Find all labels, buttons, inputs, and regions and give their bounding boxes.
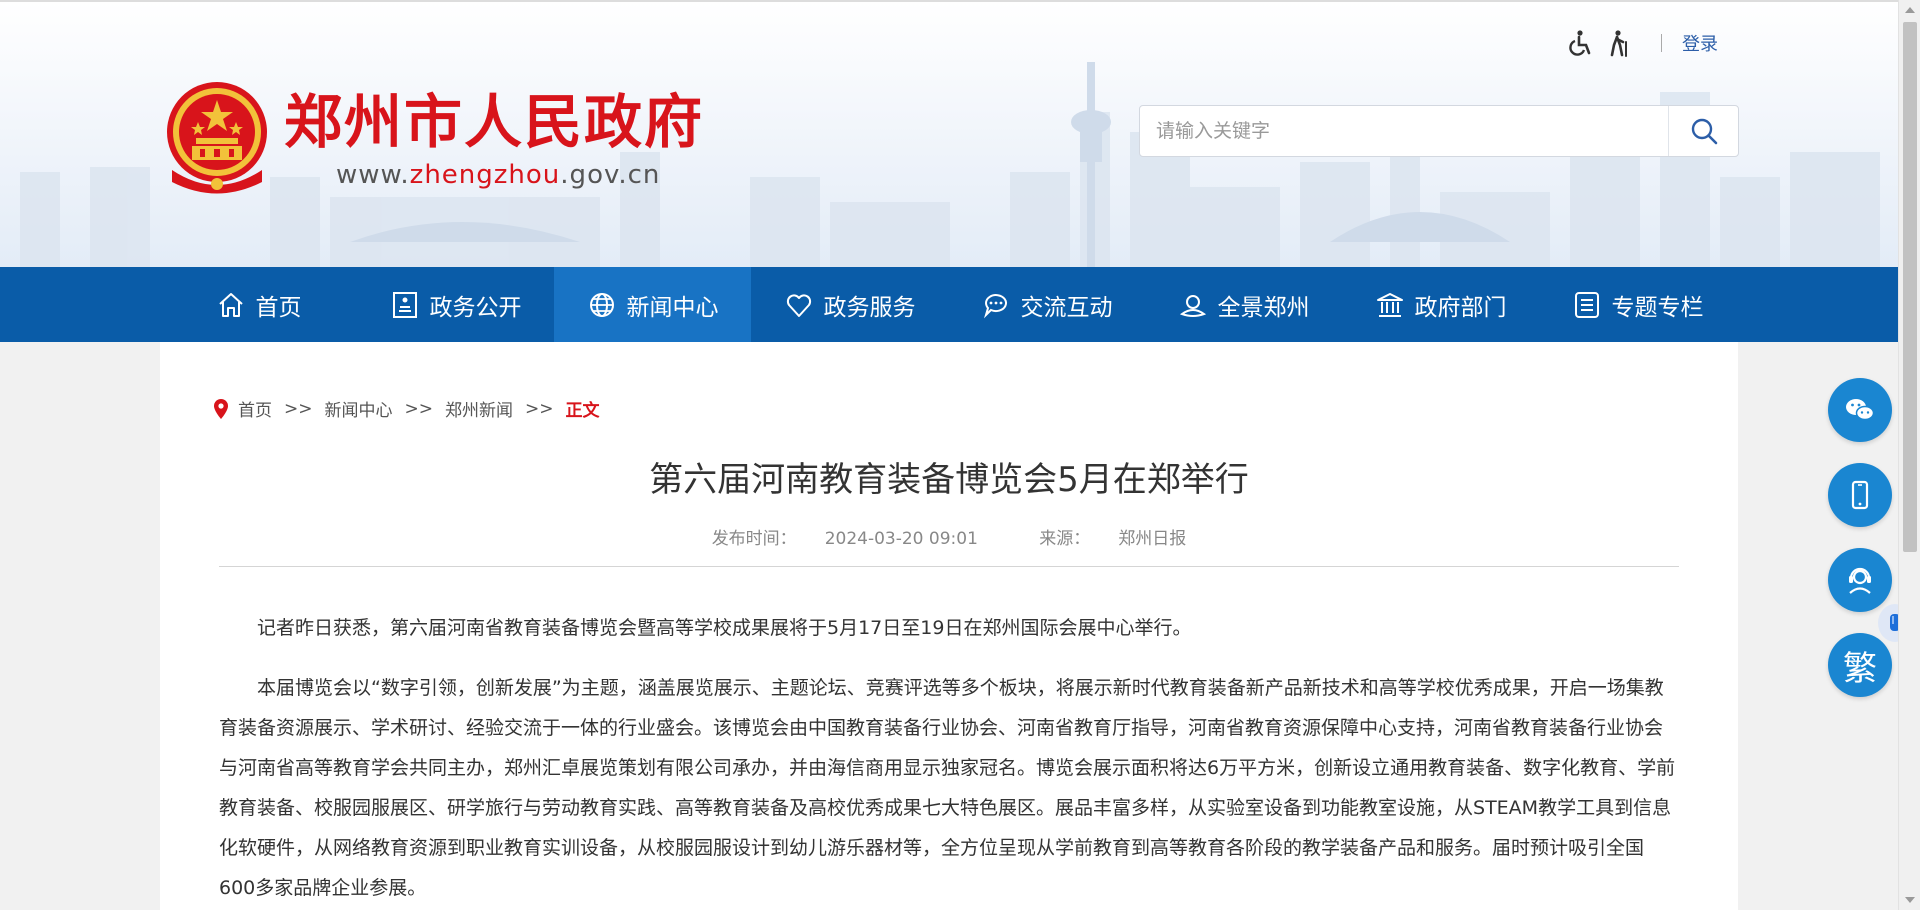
nav-item-departments[interactable]: 政府部门 <box>1342 267 1539 342</box>
main-navigation: 首页 政务公开 新闻中心 政务服务 交流互动 全景郑州 政府部门 专题专栏 <box>0 267 1898 342</box>
nav-item-panorama[interactable]: 全景郑州 <box>1145 267 1342 342</box>
search-input[interactable] <box>1140 106 1668 156</box>
search-icon <box>1691 118 1717 145</box>
building-icon <box>1376 292 1403 317</box>
site-logo[interactable]: 郑州市人民政府 www.zhengzhou.gov.cn <box>162 80 704 196</box>
globe-icon <box>589 292 614 317</box>
national-emblem-icon <box>167 82 267 194</box>
breadcrumb-zhengzhou-news[interactable]: 郑州新闻 <box>445 396 513 421</box>
breadcrumb-current: 正文 <box>565 401 600 421</box>
wechat-icon <box>1846 399 1875 421</box>
toolbar-divider <box>1661 34 1662 52</box>
scroll-down-arrow[interactable] <box>1905 897 1915 903</box>
search-box <box>1139 105 1739 157</box>
mobile-phone-icon <box>1851 480 1869 510</box>
nav-item-special-topics[interactable]: 专题专栏 <box>1539 267 1736 342</box>
site-url: www.zhengzhou.gov.cn <box>336 160 661 190</box>
login-link[interactable]: 登录 <box>1682 30 1718 56</box>
chat-icon <box>983 293 1007 318</box>
article-paragraph: 记者昨日获悉，第六届河南省教育装备博览会暨高等学校成果展将于5月17日至19日在… <box>257 617 1192 639</box>
home-icon <box>218 292 243 317</box>
site-header: 郑州市人民政府 www.zhengzhou.gov.cn 登录 <box>0 0 1898 267</box>
nav-item-home[interactable]: 首页 <box>160 267 357 342</box>
heart-icon <box>786 293 811 317</box>
article-paragraph: 本届博览会以“数字引领，创新发展”为主题，涵盖展览展示、主题论坛、竞赛评选等多个… <box>219 677 1676 899</box>
accessibility-wheelchair-icon[interactable] <box>1565 28 1595 58</box>
mobile-app-button[interactable] <box>1828 463 1892 527</box>
customer-service-button[interactable] <box>1828 548 1892 612</box>
traditional-chinese-button[interactable]: 繁 <box>1828 633 1892 697</box>
scroll-up-arrow[interactable] <box>1905 7 1915 13</box>
breadcrumb-separator: >> <box>525 398 554 419</box>
breadcrumb: 首页 >> 新闻中心 >> 郑州新闻 >> 正文 <box>212 396 600 421</box>
article-meta: 发布时间： 2024-03-20 09:01 来源： 郑州日报 <box>160 524 1738 549</box>
elderly-mode-icon[interactable] <box>1605 28 1635 58</box>
article-source: 来源： 郑州日报 <box>1039 529 1187 549</box>
search-button[interactable] <box>1668 106 1738 156</box>
site-title: 郑州市人民政府 <box>284 88 705 156</box>
customer-service-icon <box>1849 567 1871 594</box>
breadcrumb-news-center[interactable]: 新闻中心 <box>325 396 393 421</box>
breadcrumb-separator: >> <box>284 398 313 419</box>
breadcrumb-separator: >> <box>404 398 434 419</box>
article-title: 第六届河南教育装备博览会5月在郑举行 <box>649 460 1249 500</box>
breadcrumb-home[interactable]: 首页 <box>238 396 272 421</box>
publish-time: 发布时间： 2024-03-20 09:01 <box>711 529 978 549</box>
document-icon <box>392 291 417 318</box>
article-container: 首页 >> 新闻中心 >> 郑州新闻 >> 正文 第六届河南教育装备博览会5月在… <box>160 342 1738 910</box>
nav-item-government-services[interactable]: 政务服务 <box>751 267 948 342</box>
scroll-thumb[interactable] <box>1903 22 1917 552</box>
list-icon <box>1574 291 1599 318</box>
nav-item-interaction[interactable]: 交流互动 <box>948 267 1145 342</box>
vertical-scrollbar[interactable] <box>1898 0 1920 910</box>
nav-item-news-center[interactable]: 新闻中心 <box>554 267 751 342</box>
location-pin-icon <box>214 398 228 419</box>
article-body: 记者昨日获悉，第六届河南省教育装备博览会暨高等学校成果展将于5月17日至19日在… <box>219 608 1679 910</box>
panorama-icon <box>1179 294 1206 317</box>
title-divider <box>219 566 1679 567</box>
top-toolbar: 登录 <box>1565 28 1718 58</box>
nav-item-government-affairs[interactable]: 政务公开 <box>357 267 554 342</box>
wechat-button[interactable] <box>1828 378 1892 442</box>
